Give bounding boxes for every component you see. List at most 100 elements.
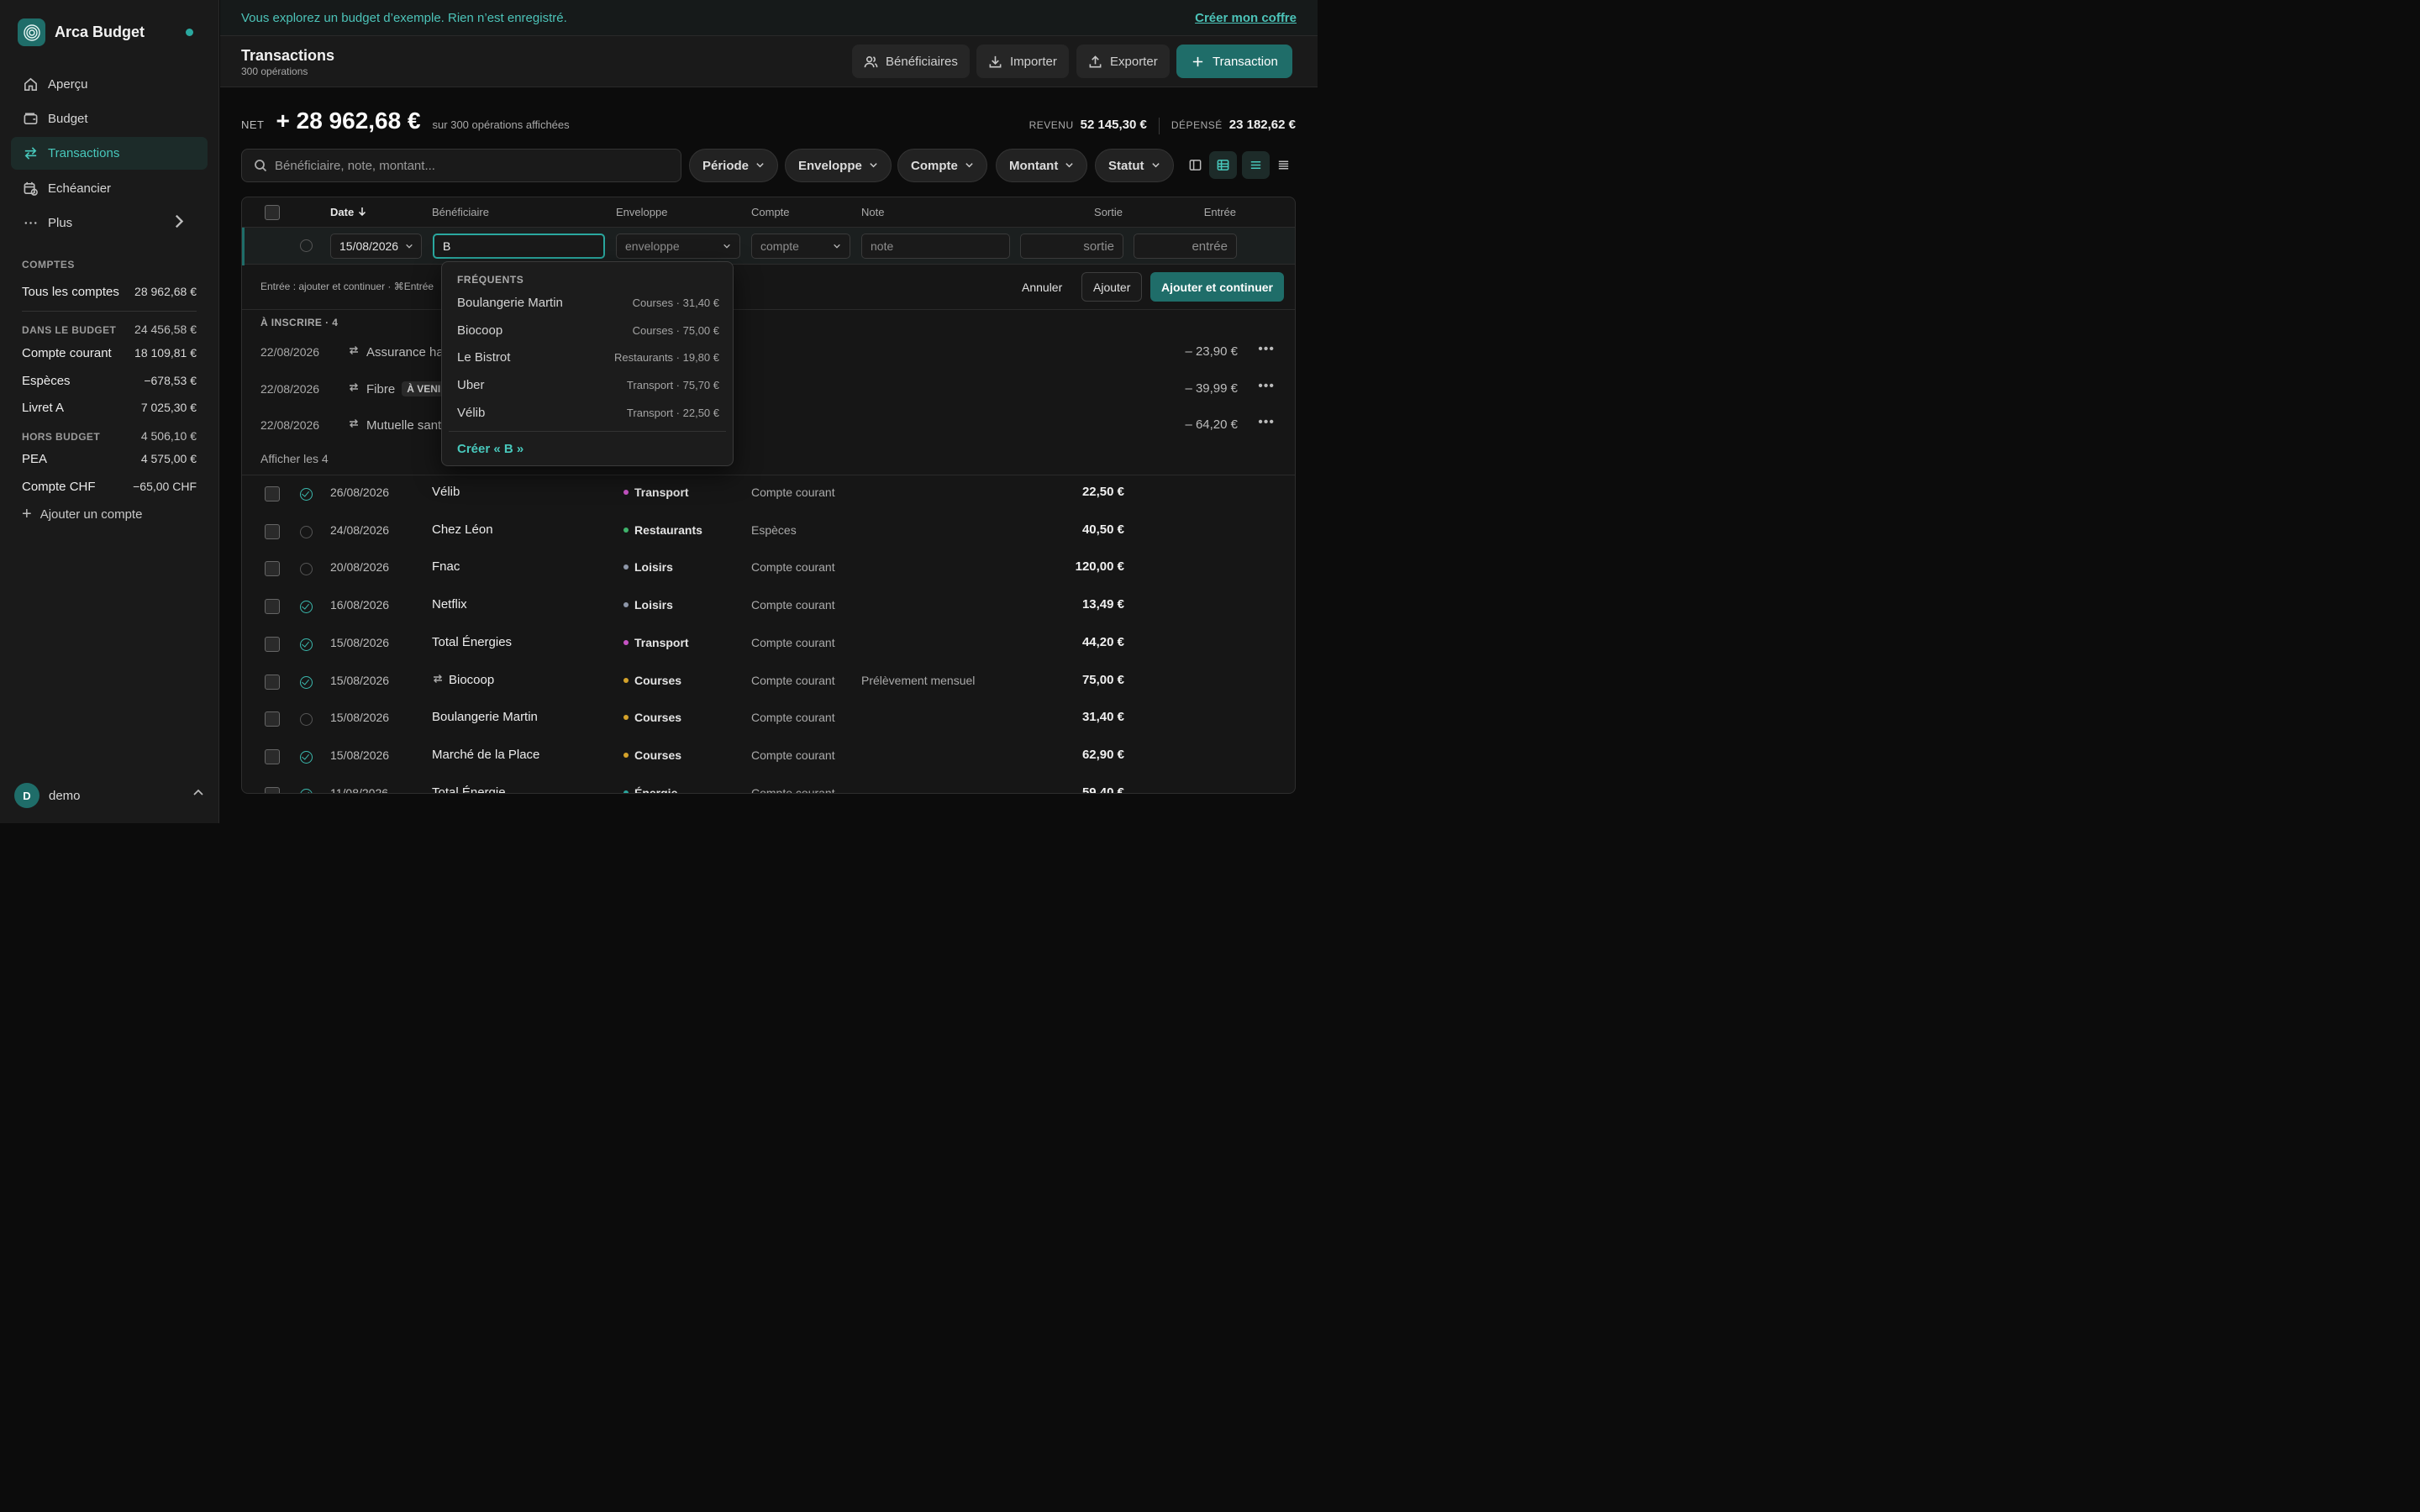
- create-payee-button[interactable]: Créer « B »: [457, 442, 523, 456]
- table-row[interactable]: 20/08/2026 Fnac Loisirs Compte courant 120,0…: [242, 550, 1295, 587]
- account-especes[interactable]: Espèces −678,53 €: [22, 374, 197, 388]
- search-input[interactable]: Bénéficiaire, note, montant...: [241, 149, 681, 182]
- out-amount-field[interactable]: sortie: [1020, 234, 1123, 259]
- comfortable-density-button[interactable]: [1242, 151, 1270, 179]
- suggestion-item[interactable]: Le Bistrot Restaurants · 19,80 €: [457, 350, 719, 365]
- filter-period[interactable]: Période: [689, 149, 779, 182]
- table-row[interactable]: 15/08/2026 Marché de la Place Courses Compt…: [242, 738, 1295, 775]
- row-checkbox[interactable]: [265, 523, 280, 539]
- in-amount-field[interactable]: entrée: [1134, 234, 1237, 259]
- scheduled-row[interactable]: 22/08/2026 Mutuelle sant – 64,20 € •••: [242, 408, 1295, 442]
- table-row[interactable]: 15/08/2026 Boulangerie Martin Courses Compt…: [242, 701, 1295, 738]
- cleared-toggle[interactable]: [300, 239, 313, 252]
- export-button[interactable]: Exporter: [1076, 45, 1170, 78]
- cleared-toggle[interactable]: [300, 638, 313, 651]
- row-envelope: Loisirs: [623, 598, 673, 612]
- toggle-panel-button[interactable]: [1181, 151, 1209, 179]
- account-livret-a[interactable]: Livret A 7 025,30 €: [22, 401, 197, 415]
- filter-amount[interactable]: Montant: [996, 149, 1088, 182]
- envelope-select[interactable]: enveloppe: [616, 234, 740, 259]
- cleared-toggle[interactable]: [300, 488, 313, 501]
- show-all-scheduled-link[interactable]: Afficher les 4: [260, 452, 329, 465]
- select-all-checkbox[interactable]: [265, 205, 280, 220]
- table-row[interactable]: 16/08/2026 Netflix Loisirs Compte courant 13…: [242, 588, 1295, 625]
- table-row[interactable]: 26/08/2026 Vélib Transport Compte courant 22…: [242, 475, 1295, 512]
- date-field[interactable]: 15/08/2026: [330, 234, 422, 259]
- user-menu[interactable]: D demo: [14, 783, 204, 808]
- column-payee[interactable]: Bénéficiaire: [432, 206, 489, 218]
- column-out[interactable]: Sortie: [1094, 206, 1123, 218]
- account-all[interactable]: Tous les comptes 28 962,68 €: [22, 285, 197, 299]
- app-logo-icon[interactable]: [18, 18, 45, 46]
- nav-apercu[interactable]: Aperçu: [11, 68, 208, 101]
- payees-button[interactable]: Bénéficiaires: [852, 45, 970, 78]
- filter-envelope[interactable]: Enveloppe: [785, 149, 892, 182]
- table-row[interactable]: 15/08/2026 Biocoop Courses Compte courant Pr…: [242, 664, 1295, 701]
- account-name: Tous les comptes: [22, 285, 119, 299]
- import-button[interactable]: Importer: [976, 45, 1069, 78]
- cleared-toggle[interactable]: [300, 675, 313, 689]
- nav-plus[interactable]: Plus: [11, 207, 208, 239]
- row-checkbox[interactable]: [265, 636, 280, 652]
- row-date: 20/08/2026: [330, 560, 390, 575]
- row-checkbox[interactable]: [265, 599, 280, 615]
- add-transaction-button[interactable]: Transaction: [1176, 45, 1292, 78]
- row-checkbox[interactable]: [265, 786, 280, 793]
- nav-echeancier[interactable]: Echéancier: [11, 172, 208, 205]
- payee-field[interactable]: B: [433, 234, 605, 259]
- account-select[interactable]: compte: [751, 234, 850, 259]
- payee-name: Boulangerie Martin: [432, 710, 538, 725]
- table-row[interactable]: 11/08/2026 Total Énergie Énergie Compte cou…: [242, 776, 1295, 794]
- cleared-toggle[interactable]: [300, 525, 313, 538]
- row-checkbox[interactable]: [265, 711, 280, 727]
- scheduled-row[interactable]: 22/08/2026 Fibre À VENI – 39,99 € •••: [242, 372, 1295, 406]
- nav-transactions[interactable]: Transactions: [11, 137, 208, 170]
- filter-account[interactable]: Compte: [897, 149, 987, 182]
- cleared-toggle[interactable]: [300, 601, 313, 614]
- row-checkbox[interactable]: [265, 748, 280, 764]
- suggestion-item[interactable]: Vélib Transport · 22,50 €: [457, 406, 719, 420]
- suggestion-item[interactable]: Uber Transport · 75,70 €: [457, 378, 719, 392]
- column-note[interactable]: Note: [861, 206, 884, 218]
- column-in[interactable]: Entrée: [1204, 206, 1236, 218]
- filter-status[interactable]: Statut: [1095, 149, 1174, 182]
- chevron-down-icon: [1151, 159, 1160, 173]
- table-row[interactable]: 15/08/2026 Total Énergies Transport Compte …: [242, 626, 1295, 663]
- column-account[interactable]: Compte: [751, 206, 790, 218]
- account-compte-chf[interactable]: Compte CHF −65,00 CHF: [22, 480, 197, 494]
- users-icon: [864, 55, 878, 67]
- more-icon[interactable]: •••: [1258, 379, 1275, 394]
- suggestion-item[interactable]: Biocoop Courses · 75,00 €: [457, 323, 719, 338]
- suggestion-name: Biocoop: [457, 323, 503, 338]
- row-checkbox[interactable]: [265, 486, 280, 501]
- account-pea[interactable]: PEA 4 575,00 €: [22, 452, 197, 466]
- add-button[interactable]: Ajouter: [1081, 272, 1143, 302]
- nav-budget[interactable]: Budget: [11, 102, 208, 135]
- cleared-toggle[interactable]: [300, 750, 313, 764]
- more-icon[interactable]: •••: [1258, 342, 1275, 357]
- more-icon[interactable]: •••: [1258, 415, 1275, 430]
- row-checkbox[interactable]: [265, 674, 280, 690]
- note-field[interactable]: note: [861, 234, 1010, 259]
- grid-view-button[interactable]: [1209, 151, 1237, 179]
- row-checkbox[interactable]: [265, 561, 280, 577]
- compact-density-button[interactable]: [1270, 151, 1297, 179]
- scheduled-row[interactable]: 22/08/2026 Assurance ha – 23,90 € •••: [242, 335, 1295, 369]
- account-compte-courant[interactable]: Compte courant 18 109,81 €: [22, 346, 197, 360]
- row-envelope: Courses: [623, 674, 681, 687]
- cancel-button[interactable]: Annuler: [1011, 272, 1073, 302]
- envelope-name: Énergie: [634, 785, 678, 794]
- table-row[interactable]: 24/08/2026 Chez Léon Restaurants Espèces 40,…: [242, 513, 1295, 550]
- add-continue-button[interactable]: Ajouter et continuer: [1150, 272, 1285, 302]
- row-payee: Fnac: [432, 559, 460, 574]
- scheduled-payee: Assurance ha: [366, 344, 444, 360]
- add-account-button[interactable]: + Ajouter un compte: [22, 506, 142, 522]
- column-envelope[interactable]: Enveloppe: [616, 206, 667, 218]
- create-vault-link[interactable]: Créer mon coffre: [1195, 11, 1297, 25]
- cleared-toggle[interactable]: [300, 713, 313, 727]
- row-date: 24/08/2026: [330, 522, 390, 537]
- column-date[interactable]: Date: [330, 206, 366, 218]
- cleared-toggle[interactable]: [300, 788, 313, 793]
- suggestion-item[interactable]: Boulangerie Martin Courses · 31,40 €: [457, 296, 719, 310]
- cleared-toggle[interactable]: [300, 563, 313, 576]
